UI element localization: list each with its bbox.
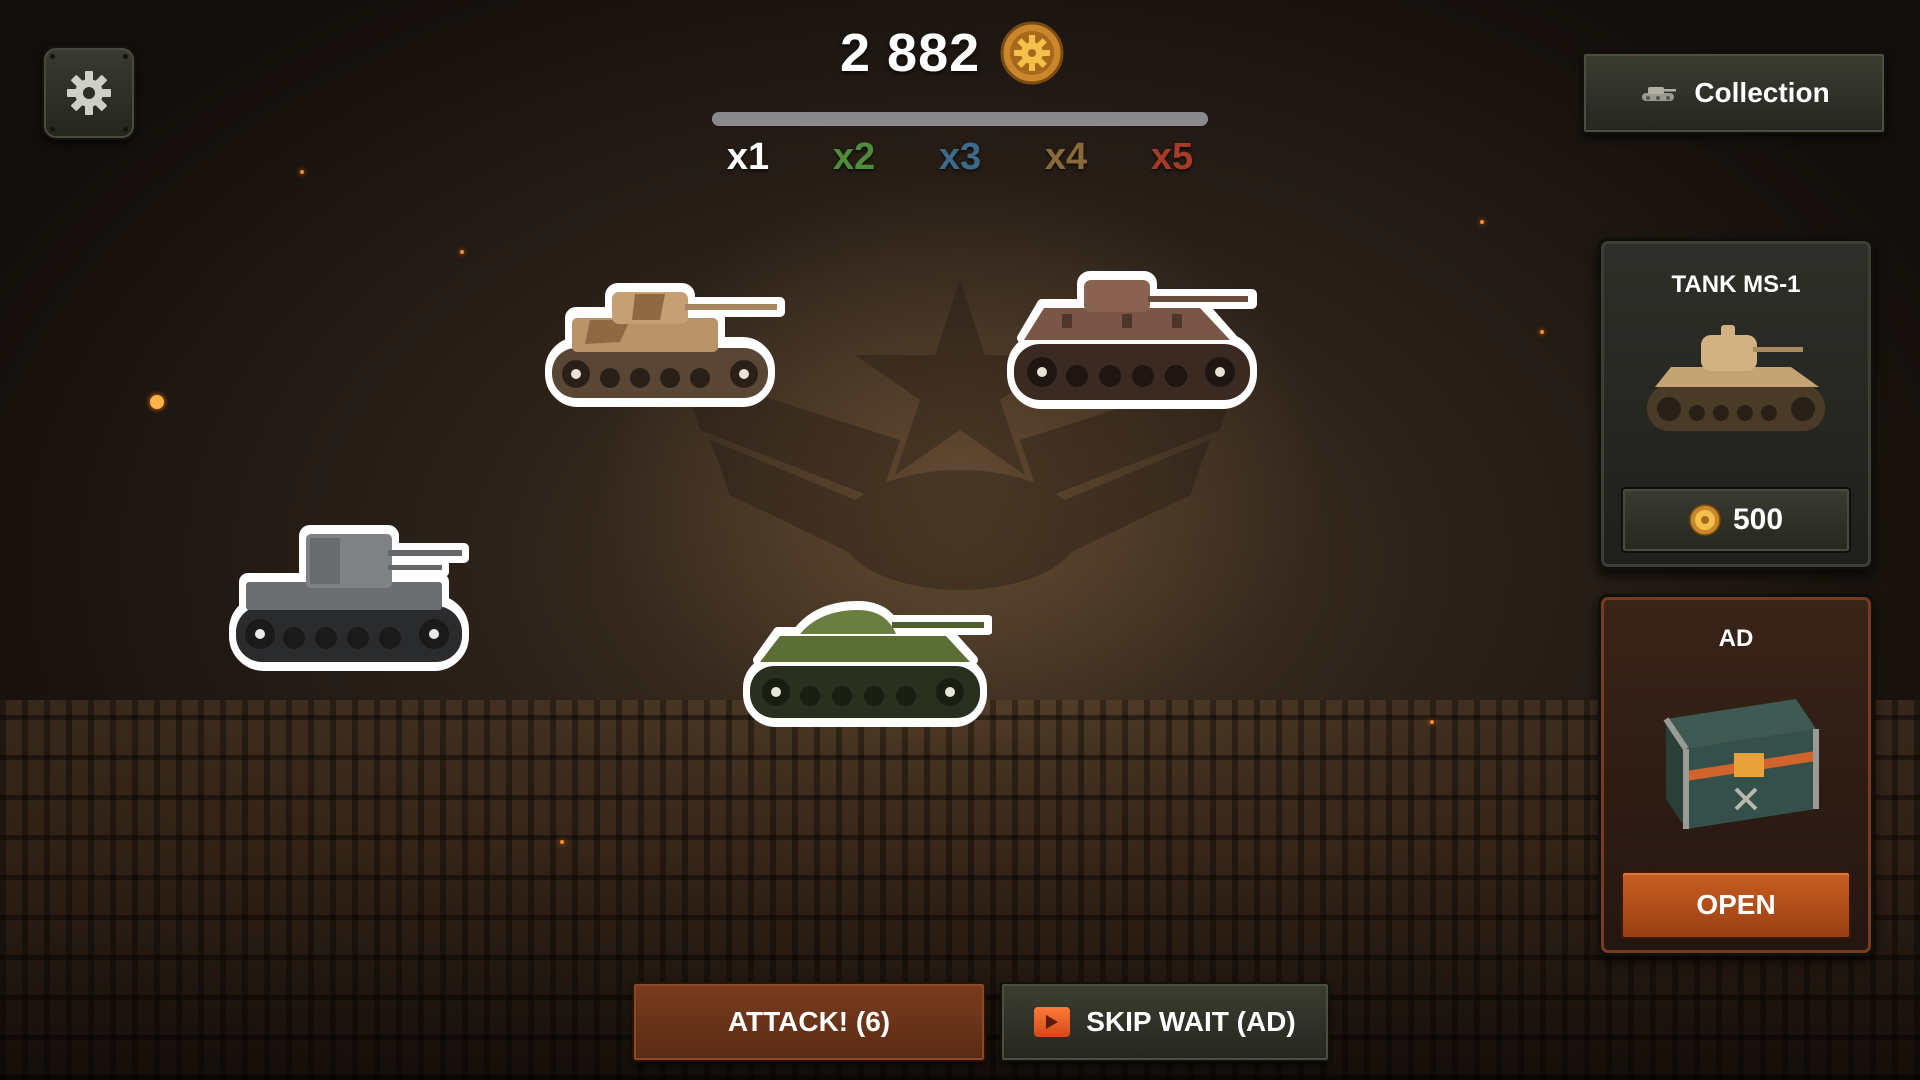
coin-value: 2 882 — [840, 23, 981, 83]
multiplier-x4: x4 — [1044, 136, 1088, 178]
buy-tank-button[interactable]: 500 — [1621, 487, 1851, 553]
ad-panel-title: AD — [1718, 625, 1754, 652]
multiplier-x5: x5 — [1150, 136, 1194, 178]
skip-wait-button[interactable]: SKIP WAIT (AD) — [1000, 982, 1330, 1062]
multiplier-x3: x3 — [938, 136, 982, 178]
collection-button[interactable]: Collection — [1582, 52, 1886, 134]
ad-crate-panel[interactable]: AD OPEN — [1598, 594, 1874, 956]
ember — [1480, 220, 1484, 224]
ember — [1430, 720, 1434, 724]
attack-button[interactable]: ATTACK! (6) — [632, 982, 986, 1062]
game-screen: 2 882 x1 x2 x3 x4 x5 Collection TANK MS-… — [0, 0, 1920, 1080]
gear-coin-icon — [1000, 21, 1064, 85]
ember — [1540, 330, 1544, 334]
gear-coin-icon — [1689, 504, 1721, 536]
desert-camo-tank[interactable] — [540, 282, 790, 412]
collection-label: Collection — [1694, 77, 1830, 108]
attack-label: ATTACK! (6) — [727, 1006, 891, 1037]
ember — [300, 170, 304, 174]
gear-icon — [67, 71, 111, 115]
tank-shop-title: TANK MS-1 — [1671, 271, 1801, 298]
green-tank[interactable] — [738, 598, 992, 734]
tank-price: 500 — [1732, 503, 1784, 536]
settings-button[interactable] — [42, 46, 136, 140]
play-icon — [1034, 1007, 1071, 1037]
tank-ms1-image — [1647, 325, 1825, 431]
ember — [560, 840, 564, 844]
multiplier-x2: x2 — [832, 136, 876, 178]
ember — [460, 250, 464, 254]
multiplier-x1: x1 — [726, 136, 770, 178]
tank-shop-panel[interactable]: TANK MS-1 500 — [1598, 238, 1874, 570]
rusty-brown-tank[interactable] — [1002, 268, 1262, 418]
crate-icon — [1663, 699, 1819, 829]
skip-wait-label: SKIP WAIT (AD) — [1086, 1006, 1296, 1037]
ember — [150, 395, 164, 409]
open-crate-button[interactable]: OPEN — [1621, 871, 1851, 939]
coin-counter: 2 882 — [840, 18, 1080, 88]
progress-fill — [712, 112, 1208, 126]
grey-tank[interactable] — [224, 520, 474, 680]
open-label: OPEN — [1696, 889, 1776, 920]
tank-icon — [1642, 87, 1677, 101]
multiplier-progress-bar — [712, 112, 1208, 126]
